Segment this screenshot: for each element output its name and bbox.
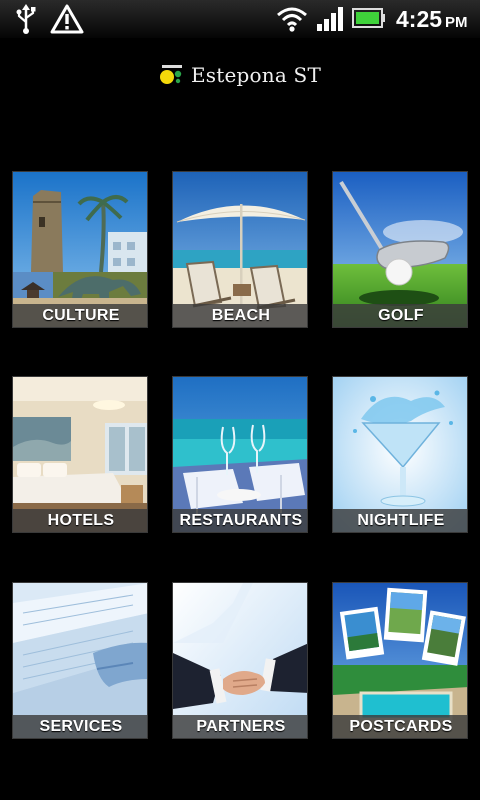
tile-golf[interactable]: GOLF — [332, 171, 468, 328]
tile-caption-bar: RESTAURANTS — [173, 509, 307, 532]
estepona-logo — [160, 65, 182, 84]
tile-label: PARTNERS — [196, 717, 286, 735]
tile-caption-bar: GOLF — [333, 304, 467, 327]
tile-beach[interactable]: BEACH — [172, 171, 308, 328]
tile-caption-bar: PARTNERS — [173, 715, 307, 738]
status-bar: 4:25 PM — [0, 0, 480, 38]
tile-caption-bar: HOTELS — [13, 509, 147, 532]
tile-nightlife[interactable]: NIGHTLIFE — [332, 376, 468, 533]
tile-hotels[interactable]: HOTELS — [12, 376, 148, 533]
clock: 4:25 PM — [396, 4, 468, 34]
tile-postcards[interactable]: POSTCARDS — [332, 582, 468, 739]
tile-restaurants[interactable]: RESTAURANTS — [172, 376, 308, 533]
usb-icon — [16, 4, 36, 34]
tile-label: BEACH — [211, 306, 271, 324]
tile-label: RESTAURANTS — [179, 511, 303, 529]
tile-caption-bar: CULTURE — [13, 304, 147, 327]
tile-services[interactable]: SERVICES — [12, 582, 148, 739]
tile-label: HOTELS — [47, 511, 115, 529]
tile-partners[interactable]: PARTNERS — [172, 582, 308, 739]
tile-caption-bar: SERVICES — [13, 715, 147, 738]
app-header: Estepona ST — [0, 58, 480, 92]
tile-label: SERVICES — [39, 717, 123, 735]
tile-caption-bar: NIGHTLIFE — [333, 509, 467, 532]
warning-icon — [50, 4, 84, 34]
battery-icon — [352, 8, 385, 28]
tile-label: GOLF — [378, 306, 424, 324]
tile-culture[interactable]: CULTURE — [12, 171, 148, 328]
tile-label: NIGHTLIFE — [357, 511, 445, 529]
tile-caption-bar: BEACH — [173, 304, 307, 327]
clock-time: 4:25 — [396, 6, 443, 32]
app-title: Estepona ST — [191, 63, 321, 87]
tile-label: POSTCARDS — [349, 717, 453, 735]
clock-ampm: PM — [445, 14, 468, 31]
wifi-icon — [277, 7, 307, 32]
tile-caption-bar: POSTCARDS — [333, 715, 467, 738]
signal-icon — [317, 7, 343, 31]
tile-label: CULTURE — [42, 306, 120, 324]
